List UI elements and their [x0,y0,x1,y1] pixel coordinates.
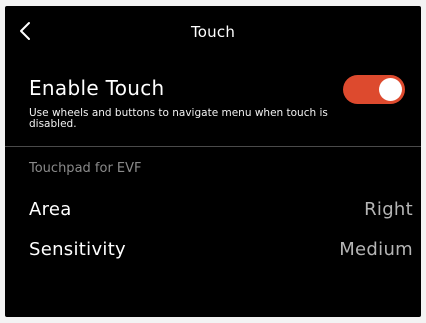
setting-value-sensitivity: Medium [339,239,413,260]
setting-label-area: Area [29,199,72,220]
setting-value-area: Right [364,199,413,220]
setting-row-area[interactable]: Area Right [5,193,421,229]
section-divider [5,146,421,147]
enable-touch-label: Enable Touch [29,76,165,100]
page-title: Touch [190,23,236,41]
setting-row-sensitivity[interactable]: Sensitivity Medium [5,233,421,269]
enable-touch-toggle[interactable] [343,75,405,104]
enable-touch-description: Use wheels and buttons to navigate menu … [29,107,328,130]
toggle-knob [379,78,402,101]
touch-settings-screen: Touch Enable Touch Use wheels and button… [5,6,421,317]
enable-touch-row[interactable]: Enable Touch Use wheels and buttons to n… [5,70,421,146]
touchpad-section-header: Touchpad for EVF [29,161,142,176]
setting-label-sensitivity: Sensitivity [29,239,127,260]
header-bar: Touch [5,6,421,56]
